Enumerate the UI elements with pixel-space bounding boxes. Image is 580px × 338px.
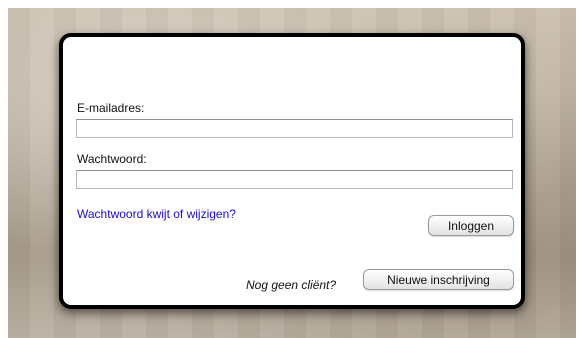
email-label: E-mailadres: <box>77 101 145 115</box>
email-field[interactable] <box>76 119 513 138</box>
password-label: Wachtwoord: <box>77 152 147 166</box>
password-field[interactable] <box>76 170 513 189</box>
forgot-password-link[interactable]: Wachtwoord kwijt of wijzigen? <box>77 207 236 221</box>
no-client-text: Nog geen cliënt? <box>246 278 337 292</box>
login-dialog: E-mailadres: Wachtwoord: Wachtwoord kwij… <box>59 33 525 309</box>
register-button[interactable]: Nieuwe inschrijving <box>363 269 514 290</box>
login-button[interactable]: Inloggen <box>428 215 514 236</box>
